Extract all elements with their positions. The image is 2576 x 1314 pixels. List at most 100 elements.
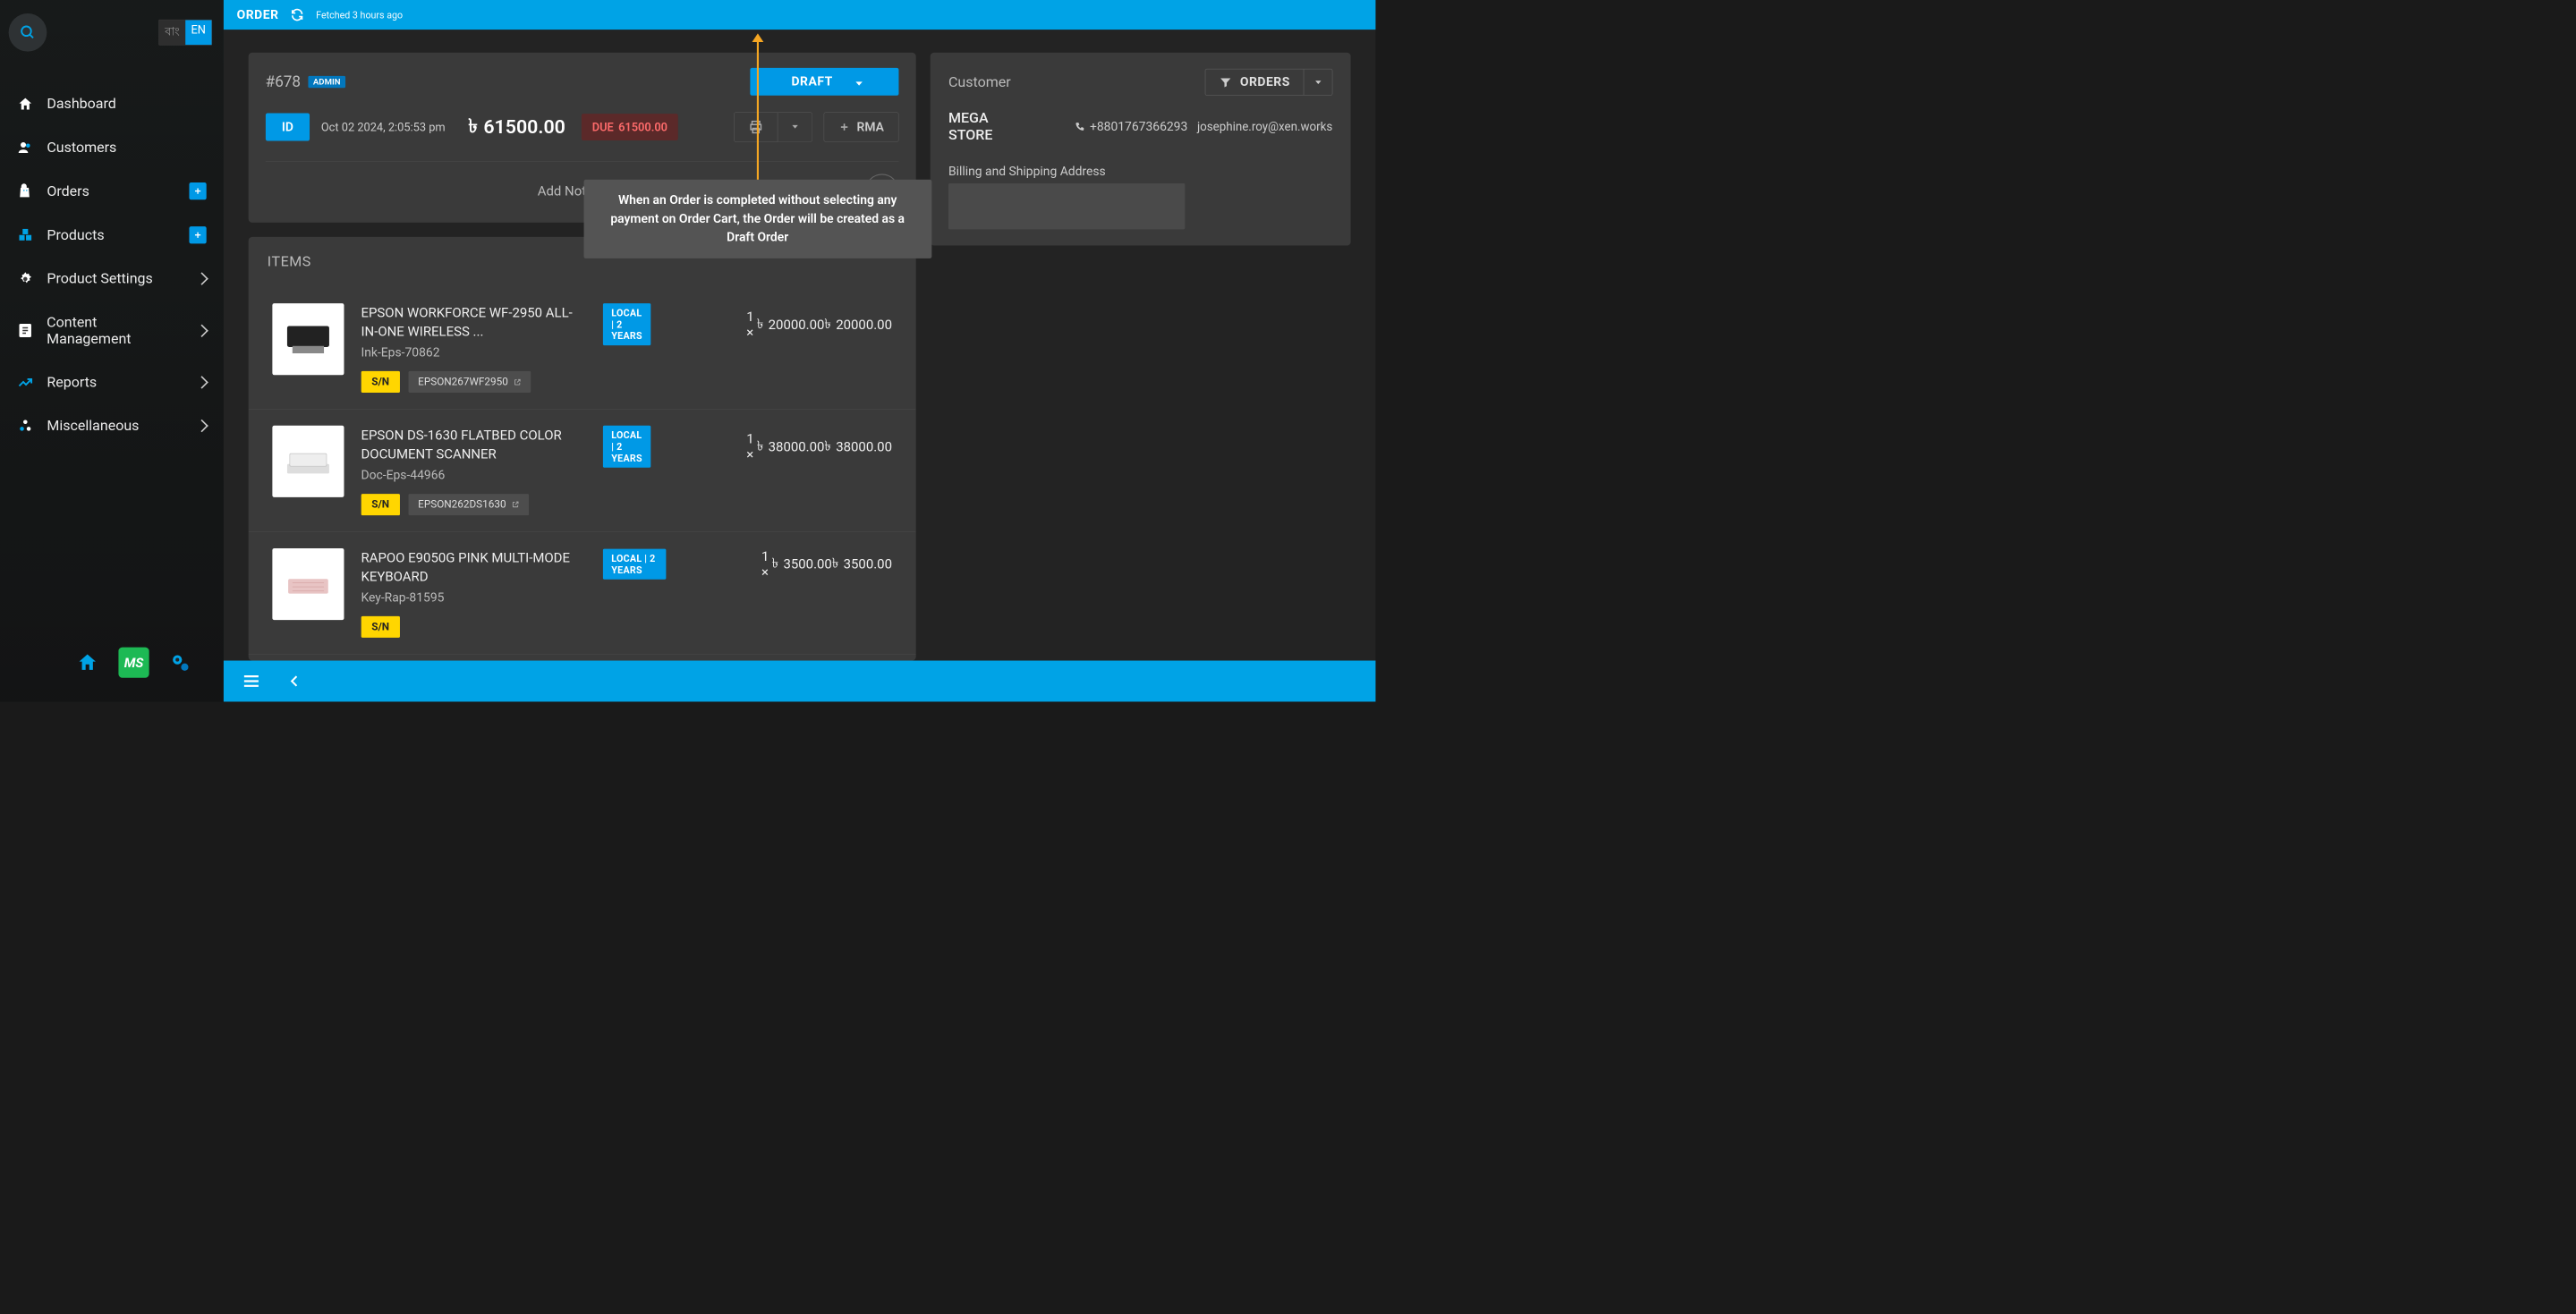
print-dropdown[interactable] (778, 112, 812, 141)
gear-icon (17, 271, 33, 287)
item-row: RAPOO E9050G PINK MULTI-MODE KEYBOARD Ke… (248, 532, 915, 655)
misc-icon (17, 418, 33, 434)
sidebar-item-products[interactable]: Products (0, 213, 224, 257)
sidebar: বাং EN Dashboard Customers Orders (0, 0, 224, 701)
add-order-button[interactable] (189, 182, 206, 199)
sn-button[interactable]: S/N (361, 371, 399, 393)
sidebar-item-label: Miscellaneous (47, 418, 139, 435)
item-sku: Key-Rap-81595 (361, 590, 585, 605)
item-name: EPSON DS-1630 FLATBED COLOR DOCUMENT SCA… (361, 426, 585, 463)
item-qty: 1 × ৳ 3500.00 (761, 548, 832, 580)
warranty-badge: LOCAL | 2 YEARS (603, 303, 651, 345)
chevron-right-icon (197, 322, 206, 339)
sidebar-item-content-management[interactable]: Content Management (0, 301, 224, 360)
order-id: #678 (266, 72, 301, 90)
menu-icon (242, 672, 260, 691)
caret-down-icon (1315, 81, 1321, 84)
sidebar-item-label: Dashboard (47, 96, 115, 113)
sidebar-item-dashboard[interactable]: Dashboard (0, 82, 224, 126)
address-box[interactable] (948, 183, 1185, 229)
page-title: ORDER (237, 8, 279, 22)
tooltip-arrow (757, 41, 759, 182)
sidebar-item-miscellaneous[interactable]: Miscellaneous (0, 404, 224, 448)
chevron-right-icon (197, 418, 206, 435)
item-thumbnail (272, 548, 344, 620)
customer-orders-button[interactable]: ORDERS (1205, 69, 1303, 95)
chevron-left-icon (287, 674, 302, 688)
due-badge: DUE 61500.00 (582, 114, 678, 140)
item-thumbnail (272, 303, 344, 375)
sn-button[interactable]: S/N (361, 616, 399, 638)
serial-chip[interactable]: EPSON262DS1630 (408, 494, 529, 515)
lang-bn[interactable]: বাং (159, 20, 185, 45)
caret-down-icon (792, 125, 797, 129)
sidebar-item-label: Product Settings (47, 270, 152, 287)
sidebar-item-orders[interactable]: Orders (0, 169, 224, 213)
settings-footer-icon[interactable] (169, 651, 191, 674)
item-row: EPSON DS-1630 FLATBED COLOR DOCUMENT SCA… (248, 410, 915, 532)
home-footer-icon[interactable] (76, 651, 98, 674)
back-button[interactable] (287, 674, 302, 688)
fetched-text: Fetched 3 hours ago (316, 9, 403, 21)
plus-icon (838, 121, 850, 132)
bottom-bar (224, 661, 1376, 702)
warranty-badge: LOCAL | 2 YEARS (603, 426, 651, 468)
external-link-icon (514, 378, 522, 386)
sidebar-item-reports[interactable]: Reports (0, 360, 224, 404)
home-icon (17, 96, 33, 112)
phone-icon (1075, 122, 1085, 132)
customer-phone: +8801767366293 (1075, 120, 1187, 134)
lang-en[interactable]: EN (185, 20, 211, 45)
sidebar-item-label: Content Management (47, 314, 183, 347)
item-name: EPSON WORKFORCE WF-2950 ALL-IN-ONE WIREL… (361, 303, 585, 341)
admin-badge: ADMIN (309, 76, 345, 88)
search-button[interactable] (9, 13, 47, 52)
search-icon (20, 24, 36, 40)
sidebar-item-label: Customers (47, 139, 116, 156)
menu-button[interactable] (242, 672, 260, 691)
plus-icon (193, 230, 203, 240)
customer-card: Customer ORDERS MEGA STORE (931, 53, 1351, 246)
boxes-icon (17, 227, 33, 243)
sidebar-item-label: Orders (47, 182, 89, 199)
customer-orders-dropdown[interactable] (1304, 69, 1332, 95)
topbar: ORDER Fetched 3 hours ago (224, 0, 1376, 30)
chevron-right-icon (197, 374, 206, 391)
customer-email: josephine.roy@xen.works (1197, 120, 1332, 133)
users-icon (17, 140, 33, 156)
sidebar-nav: Dashboard Customers Orders Products (0, 82, 224, 448)
rma-button[interactable]: RMA (824, 112, 899, 141)
refresh-icon[interactable] (290, 8, 304, 22)
sidebar-item-product-settings[interactable]: Product Settings (0, 257, 224, 301)
item-sku: Doc-Eps-44966 (361, 468, 585, 482)
serial-chip[interactable]: EPSON267WF2950 (408, 371, 531, 393)
sidebar-item-label: Reports (47, 374, 97, 391)
customer-title: Customer (948, 74, 1011, 91)
status-label: DRAFT (791, 74, 832, 89)
item-row: EPSON WORKFORCE WF-2950 ALL-IN-ONE WIREL… (248, 278, 915, 410)
item-qty: 1 × ৳ 20000.00 (746, 309, 824, 340)
address-title: Billing and Shipping Address (948, 165, 1332, 179)
plus-icon (193, 186, 203, 196)
language-toggle[interactable]: বাং EN (158, 20, 211, 46)
items-card: ITEMS EPSON WORKFORCE WF-2950 ALL-IN-ONE… (248, 237, 915, 661)
tooltip: When an Order is completed without selec… (583, 180, 931, 259)
chart-icon (17, 374, 33, 390)
status-dropdown[interactable]: DRAFT (751, 68, 899, 96)
id-badge[interactable]: ID (266, 113, 310, 140)
add-product-button[interactable] (189, 226, 206, 243)
item-total: ৳ 20000.00 (824, 313, 892, 335)
bag-icon (17, 183, 33, 199)
item-thumbnail (272, 426, 344, 497)
item-qty: 1 × ৳ 38000.00 (746, 431, 824, 462)
main: ORDER Fetched 3 hours ago #678 ADMIN DRA… (224, 0, 1376, 701)
item-sku: Ink-Eps-70862 (361, 345, 585, 360)
order-date: Oct 02 2024, 2:05:53 pm (321, 120, 446, 133)
doc-icon (17, 322, 33, 338)
sn-button[interactable]: S/N (361, 494, 399, 515)
store-badge[interactable]: MS (118, 648, 149, 678)
filter-icon (1219, 75, 1232, 89)
order-total: ৳ 61500.00 (468, 111, 565, 143)
sidebar-item-customers[interactable]: Customers (0, 125, 224, 169)
item-name: RAPOO E9050G PINK MULTI-MODE KEYBOARD (361, 548, 585, 586)
